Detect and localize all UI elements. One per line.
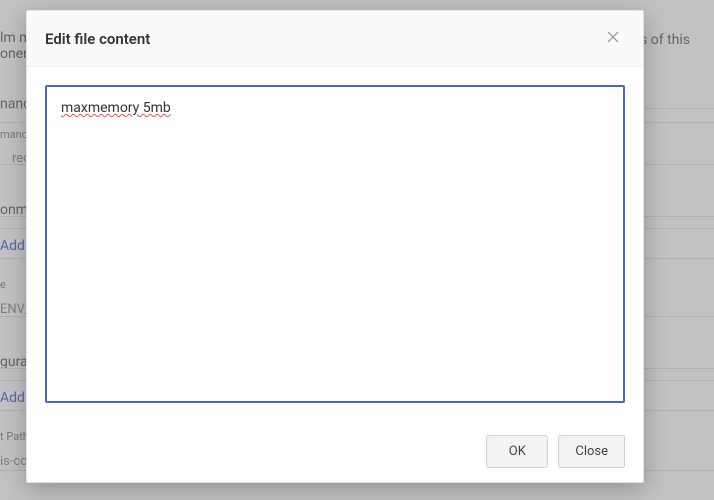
edit-file-modal: Edit file content OK Close: [26, 10, 644, 483]
ok-button[interactable]: OK: [486, 435, 548, 468]
close-button[interactable]: Close: [558, 435, 625, 468]
modal-footer: OK Close: [27, 425, 643, 482]
modal-header: Edit file content: [27, 11, 643, 67]
close-icon: [605, 29, 621, 48]
modal-body: [27, 67, 643, 425]
file-content-editor[interactable]: [45, 85, 625, 403]
close-button-x[interactable]: [601, 25, 625, 52]
modal-title: Edit file content: [45, 30, 150, 48]
